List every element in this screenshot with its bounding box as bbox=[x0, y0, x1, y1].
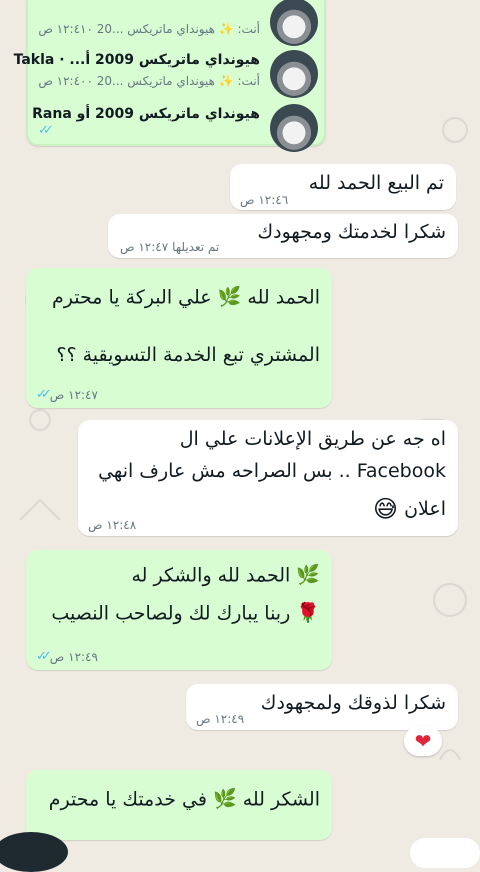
message-meta: ١٢:٤٩ ص ✓✓ bbox=[36, 649, 98, 664]
heart-emoji-icon: ❤ bbox=[414, 729, 432, 753]
shared-item-subtitle: أنت: ✨ هيونداي ماتريكس ...20 ۱۲:٤١٠ ص bbox=[38, 22, 260, 36]
laugh-emoji-icon: 😅 bbox=[373, 495, 399, 523]
message-time: ١٢:٤٨ ص bbox=[88, 518, 137, 532]
message-time: ١٢:٤٧ ص bbox=[49, 387, 98, 402]
message-text: الحمد لله bbox=[247, 286, 320, 309]
message-text: Facebook .. بس الصراحه مش عارف انهي bbox=[98, 460, 446, 482]
herb-emoji-icon: 🌿 bbox=[212, 788, 237, 810]
message-meta: ١٢:٤٧ ص ✓✓ bbox=[36, 387, 98, 402]
message-line: 🌿 الحمد لله والشكر له bbox=[131, 562, 320, 590]
received-message[interactable]: اه جه عن طريق الإعلانات علي ال Facebook … bbox=[78, 420, 458, 536]
shared-item-row[interactable]: أنت: ✨ هيونداي ماتريكس ...20 ۱۲:٤١٠ ص bbox=[38, 0, 318, 48]
read-ticks-icon: ✓✓ bbox=[38, 123, 54, 138]
read-ticks-icon: ✓✓ bbox=[36, 387, 52, 402]
message-time: ١٢:٤٩ ص bbox=[196, 712, 245, 726]
shared-item-subtitle: أنت: ✨ هيونداي ماتريكس ...20 ۱۲:٤٠٠ ص bbox=[38, 74, 260, 88]
scroll-down-button[interactable] bbox=[0, 832, 68, 872]
car-thumbnail bbox=[270, 0, 318, 46]
heart-reaction[interactable]: ❤ bbox=[404, 726, 442, 756]
message-meta: تم تعديلها ١٢:٤٧ ص bbox=[120, 240, 219, 254]
message-text: شكرا لخدمتك ومجهودك bbox=[257, 221, 446, 243]
herb-emoji-icon: 🌿 bbox=[217, 286, 242, 308]
message-text: في خدمتك يا محترم bbox=[48, 788, 207, 811]
sent-message[interactable]: 🌿 الحمد لله والشكر له 🌹 ربنا يبارك لك ول… bbox=[26, 550, 332, 670]
received-message[interactable]: شكرا لخدمتك ومجهودك تم تعديلها ١٢:٤٧ ص bbox=[108, 214, 458, 258]
message-text: المشتري تبع الخدمة التسويقية ؟؟ bbox=[56, 344, 320, 366]
shared-item-row[interactable]: هيونداي ماتريكس 2009 أو Rana bbox=[32, 102, 318, 154]
message-text: علي البركة يا محترم bbox=[52, 286, 212, 309]
message-text: الحمد لله والشكر له bbox=[131, 564, 291, 587]
message-line: اعلان 😅 bbox=[373, 492, 446, 527]
received-message[interactable]: تم البيع الحمد لله ١٢:٤٦ ص bbox=[230, 164, 456, 210]
message-text: ربنا يبارك لك ولصاحب النصيب bbox=[51, 602, 291, 625]
message-text: الشكر لله bbox=[242, 788, 320, 811]
car-thumbnail bbox=[270, 104, 318, 152]
message-line: الحمد لله 🌿 علي البركة يا محترم bbox=[52, 284, 320, 312]
message-meta: ١٢:٤٩ ص bbox=[196, 712, 244, 726]
shared-item-title: هيونداي ماتريكس 2009 أو Rana bbox=[32, 106, 260, 122]
car-thumbnail bbox=[270, 50, 318, 98]
input-bar-edge bbox=[410, 838, 480, 868]
message-time: ١٢:٤٧ ص bbox=[120, 240, 169, 254]
message-line: 🌹 ربنا يبارك لك ولصاحب النصيب bbox=[51, 600, 320, 628]
message-time: ١٢:٤٦ ص bbox=[240, 193, 289, 207]
message-text: اعلان bbox=[404, 497, 446, 520]
received-message[interactable]: شكرا لذوقك ولمجهودك ١٢:٤٩ ص bbox=[186, 684, 458, 730]
shared-item-title: هيونداي ماتريكس 2009 أ... · Takla bbox=[13, 52, 260, 68]
message-meta: ١٢:٤٨ ص bbox=[88, 518, 136, 532]
shared-item-row[interactable]: هيونداي ماتريكس 2009 أ... · Takla أنت: ✨… bbox=[14, 48, 318, 100]
edited-label: تم تعديلها bbox=[172, 240, 220, 254]
message-meta: ١٢:٤٦ ص bbox=[240, 193, 288, 207]
message-text: اه جه عن طريق الإعلانات علي ال bbox=[179, 428, 446, 450]
message-time: ١٢:٤٩ ص bbox=[49, 649, 98, 664]
rose-emoji-icon: 🌹 bbox=[296, 602, 320, 624]
message-line: الشكر لله 🌿 في خدمتك يا محترم bbox=[49, 786, 320, 814]
read-ticks-icon: ✓✓ bbox=[36, 649, 52, 664]
sent-message[interactable]: الشكر لله 🌿 في خدمتك يا محترم bbox=[26, 770, 332, 840]
shared-items-card[interactable]: أنت: ✨ هيونداي ماتريكس ...20 ۱۲:٤١٠ ص هي… bbox=[14, 0, 326, 152]
sent-message[interactable]: الحمد لله 🌿 علي البركة يا محترم المشتري … bbox=[26, 268, 332, 408]
message-text: تم البيع الحمد لله bbox=[308, 172, 444, 194]
herb-emoji-icon: 🌿 bbox=[296, 564, 320, 586]
message-text: شكرا لذوقك ولمجهودك bbox=[260, 692, 446, 714]
